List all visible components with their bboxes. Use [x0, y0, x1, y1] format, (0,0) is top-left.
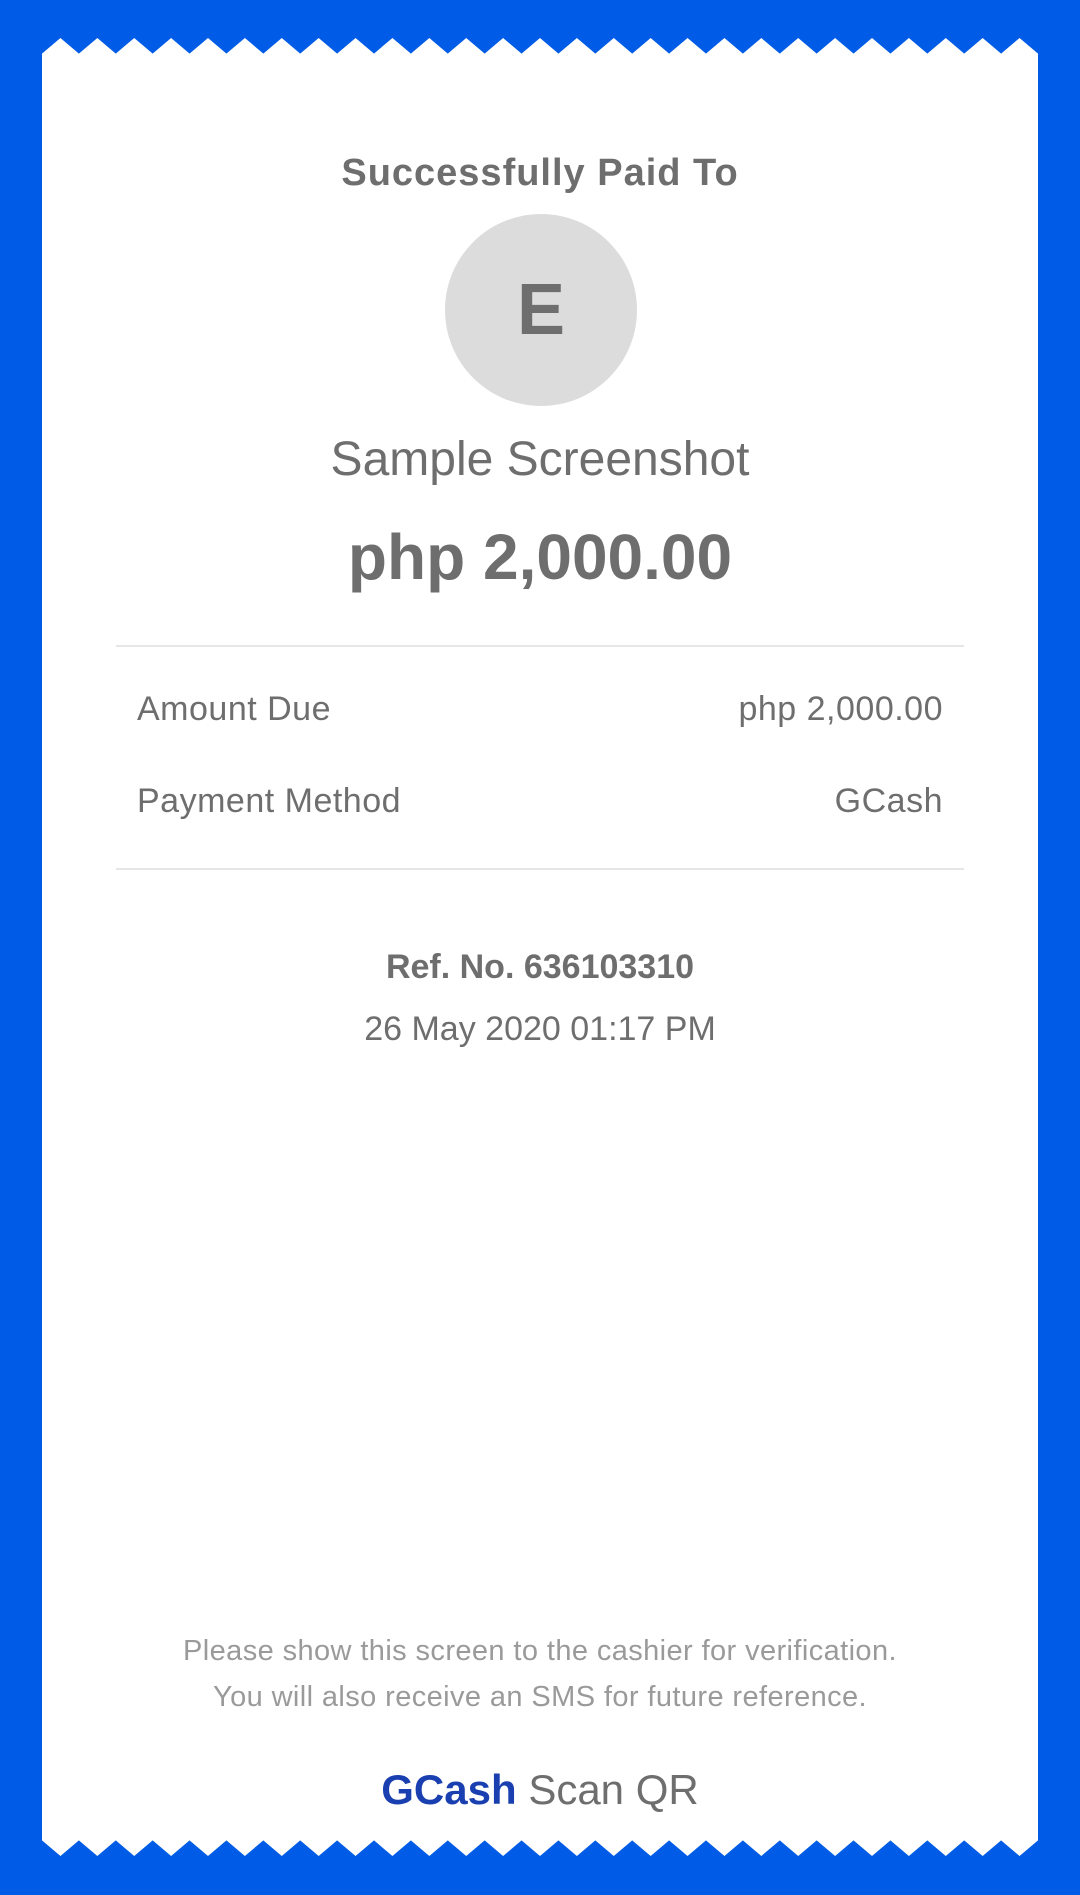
merchant-name: Sample Screenshot — [330, 433, 750, 486]
detail-value: php 2,000.00 — [738, 690, 943, 728]
receipt-card: Successfully Paid To E Sample Screenshot… — [42, 54, 1038, 1832]
detail-label: Amount Due — [137, 690, 331, 728]
detail-value: GCash — [834, 782, 943, 820]
page-title: Successfully Paid To — [341, 152, 739, 194]
brand-footer: GCash Scan QR — [42, 1766, 1038, 1814]
divider — [116, 868, 964, 870]
detail-row-amount-due: Amount Due php 2,000.00 — [137, 690, 943, 729]
transaction-date: 26 May 2020 01:17 PM — [364, 1010, 716, 1048]
divider — [116, 645, 964, 647]
reference-number: Ref. No. 636103310 — [385, 948, 695, 986]
receipt-bottom-edge — [42, 1830, 1038, 1856]
paid-amount: php 2,000.00 — [347, 521, 733, 593]
brand-suffix: Scan QR — [528, 1766, 699, 1813]
note-line: Please show this screen to the cashier f… — [183, 1635, 897, 1667]
brand-logo: GCash — [381, 1766, 517, 1813]
verification-note: Please show this screen to the cashier f… — [42, 1628, 1038, 1720]
detail-label: Payment Method — [137, 782, 402, 820]
note-line: You will also receive an SMS for future … — [212, 1681, 868, 1713]
avatar: E — [445, 214, 637, 406]
avatar-initial: E — [516, 270, 566, 350]
detail-row-payment-method: Payment Method GCash — [137, 782, 943, 821]
